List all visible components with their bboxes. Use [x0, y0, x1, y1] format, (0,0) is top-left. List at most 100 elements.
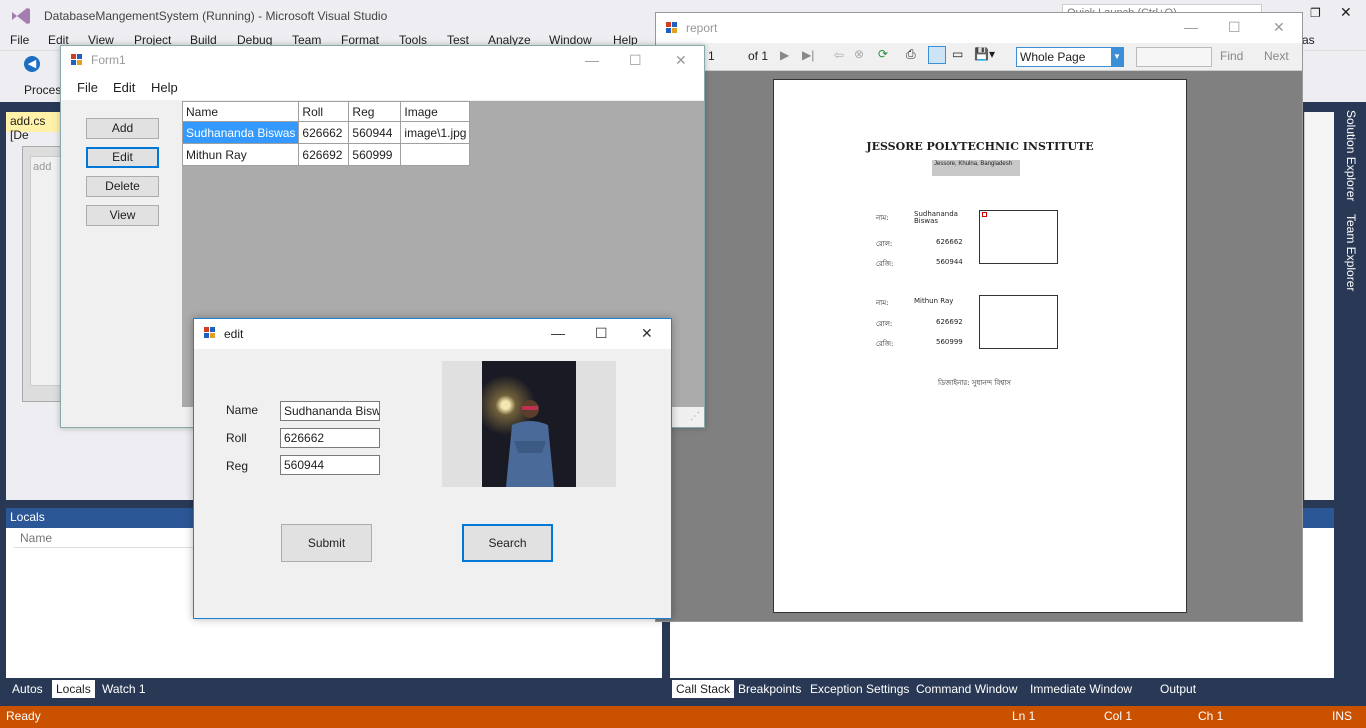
menu-file[interactable]: File	[10, 33, 29, 47]
menu-help[interactable]: Help	[151, 80, 178, 95]
delete-button[interactable]: Delete	[86, 176, 159, 197]
tab-output[interactable]: Output	[1156, 680, 1200, 698]
zoom-value: Whole Page	[1020, 50, 1086, 64]
status-char: Ch 1	[1198, 709, 1224, 723]
menu-edit[interactable]: Edit	[113, 80, 135, 95]
view-button[interactable]: View	[86, 205, 159, 226]
stop-icon[interactable]: ⊗	[854, 47, 864, 61]
report-value-name: Mithun Ray	[914, 297, 954, 305]
refresh-icon[interactable]: ⟳	[878, 47, 888, 61]
column-header-reg[interactable]: Reg	[348, 101, 402, 122]
table-row[interactable]: Sudhananda Biswas 626662 560944 image\1.…	[181, 121, 471, 144]
doc-tab-add-cs[interactable]: add.cs [De	[6, 112, 66, 142]
locals-name-column[interactable]: Name	[14, 530, 204, 548]
report-image-box	[979, 295, 1058, 349]
form1-menu-bar: File Edit Help	[61, 76, 704, 100]
report-window: report — ☐ ✕ 1 of 1 ▶ ▶| ⇦ ⊗ ⟳ ⎙ ▭ 💾▾ Wh…	[655, 12, 1303, 622]
edit-window: edit — ☐ ✕ Name Roll Reg Sudhananda Bisw…	[193, 318, 672, 619]
reg-field[interactable]: 560944	[280, 455, 380, 475]
report-title-bar: report — ☐ ✕	[656, 13, 1302, 43]
table-cell[interactable]: 626662	[298, 121, 350, 144]
debug-tabs-right: Call Stack Breakpoints Exception Setting…	[670, 678, 1334, 700]
restore-icon[interactable]: ❐	[1310, 6, 1321, 20]
tab-call-stack[interactable]: Call Stack	[672, 680, 735, 698]
search-button[interactable]: Search	[462, 524, 553, 562]
minimize-icon[interactable]: —	[1184, 19, 1198, 35]
table-cell[interactable]: Sudhananda Biswas	[181, 121, 300, 144]
column-header-name[interactable]: Name	[181, 101, 300, 122]
close-icon[interactable]: ✕	[675, 52, 687, 69]
table-row[interactable]: Mithun Ray 626692 560999	[181, 143, 471, 166]
page-setup-icon[interactable]: ▭	[952, 47, 963, 61]
print-icon[interactable]: ⎙	[906, 47, 916, 62]
name-field[interactable]: Sudhananda Biswas	[280, 401, 380, 421]
solution-explorer-tab[interactable]: Solution Explorer	[1344, 110, 1358, 201]
maximize-icon[interactable]: ☐	[1228, 19, 1241, 36]
report-label-name: নাম:	[876, 214, 889, 222]
add-button[interactable]: Add	[86, 118, 159, 139]
next-page-icon[interactable]: ▶	[780, 48, 789, 62]
properties-panel-edge	[1304, 112, 1334, 500]
tab-command-window[interactable]: Command Window	[912, 680, 1021, 698]
back-icon[interactable]: ⇦	[834, 48, 844, 62]
find-input[interactable]	[1136, 47, 1212, 67]
minimize-icon[interactable]: —	[585, 52, 599, 68]
table-cell[interactable]: 560999	[348, 143, 402, 166]
report-page: JESSORE POLYTECHNIC INSTITUTE Jessore, K…	[773, 79, 1187, 613]
report-value-roll: 626662	[936, 238, 963, 246]
report-value-reg: 560999	[936, 338, 963, 346]
photo-picturebox	[442, 361, 616, 487]
page-number[interactable]: 1	[708, 49, 715, 63]
visual-studio-logo-icon	[10, 6, 32, 26]
status-bar: Ready Ln 1 Col 1 Ch 1 INS	[0, 706, 1366, 728]
app-icon	[71, 54, 83, 66]
column-header-image[interactable]: Image	[400, 101, 471, 122]
app-icon	[204, 327, 216, 339]
maximize-icon[interactable]: ☐	[629, 52, 642, 69]
close-icon[interactable]: ✕	[641, 325, 653, 342]
page-count: of 1	[748, 49, 769, 63]
table-cell[interactable]: Mithun Ray	[181, 143, 300, 166]
debug-tabs-left: Autos Locals Watch 1	[6, 678, 662, 700]
tab-autos[interactable]: Autos	[8, 680, 47, 698]
name-label: Name	[226, 403, 259, 417]
table-cell[interactable]: 560944	[348, 121, 402, 144]
team-explorer-tab[interactable]: Team Explorer	[1344, 214, 1358, 291]
export-icon[interactable]: 💾▾	[974, 47, 995, 61]
table-cell[interactable]	[400, 143, 471, 166]
column-header-roll[interactable]: Roll	[298, 101, 350, 122]
tab-breakpoints[interactable]: Breakpoints	[734, 680, 805, 698]
report-toolbar: 1 of 1 ▶ ▶| ⇦ ⊗ ⟳ ⎙ ▭ 💾▾ Whole Page ▼ Fi…	[656, 43, 1302, 71]
report-value-reg: 560944	[936, 258, 963, 266]
edit-button[interactable]: Edit	[86, 147, 159, 168]
find-button[interactable]: Find	[1220, 49, 1243, 63]
broken-image-icon	[982, 212, 987, 217]
vs-window-title: DatabaseMangementSystem (Running) - Micr…	[44, 9, 388, 23]
status-ready: Ready	[6, 709, 41, 723]
roll-field[interactable]: 626662	[280, 428, 380, 448]
tab-immediate-window[interactable]: Immediate Window	[1026, 680, 1136, 698]
report-label-reg: রেজি:	[876, 340, 894, 348]
tab-watch-1[interactable]: Watch 1	[98, 680, 150, 698]
roll-label: Roll	[226, 431, 247, 445]
menu-file[interactable]: File	[77, 80, 98, 95]
side-tool-strip: Solution Explorer Team Explorer	[1338, 102, 1366, 292]
form1-title: Form1	[91, 53, 126, 67]
maximize-icon[interactable]: ☐	[595, 325, 608, 342]
submit-button[interactable]: Submit	[281, 524, 372, 562]
tab-locals[interactable]: Locals	[52, 680, 95, 698]
minimize-icon[interactable]: —	[551, 325, 565, 341]
print-layout-icon[interactable]	[928, 46, 946, 64]
zoom-select[interactable]: Whole Page ▼	[1016, 47, 1124, 67]
close-icon[interactable]: ✕	[1273, 19, 1285, 36]
last-page-icon[interactable]: ▶|	[802, 48, 814, 62]
table-cell[interactable]: image\1.jpg	[400, 121, 471, 144]
tab-exception-settings[interactable]: Exception Settings	[806, 680, 913, 698]
resize-grip-icon[interactable]: ⋰	[690, 411, 700, 422]
close-icon[interactable]: ✕	[1340, 4, 1352, 21]
back-icon[interactable]: ◀	[24, 56, 40, 72]
table-cell[interactable]: 626692	[298, 143, 350, 166]
report-value-name: Sudhananda Biswas	[914, 210, 958, 225]
next-button[interactable]: Next	[1264, 49, 1289, 63]
data-grid-table: Name Roll Reg Image Sudhananda Biswas 62…	[181, 101, 471, 166]
